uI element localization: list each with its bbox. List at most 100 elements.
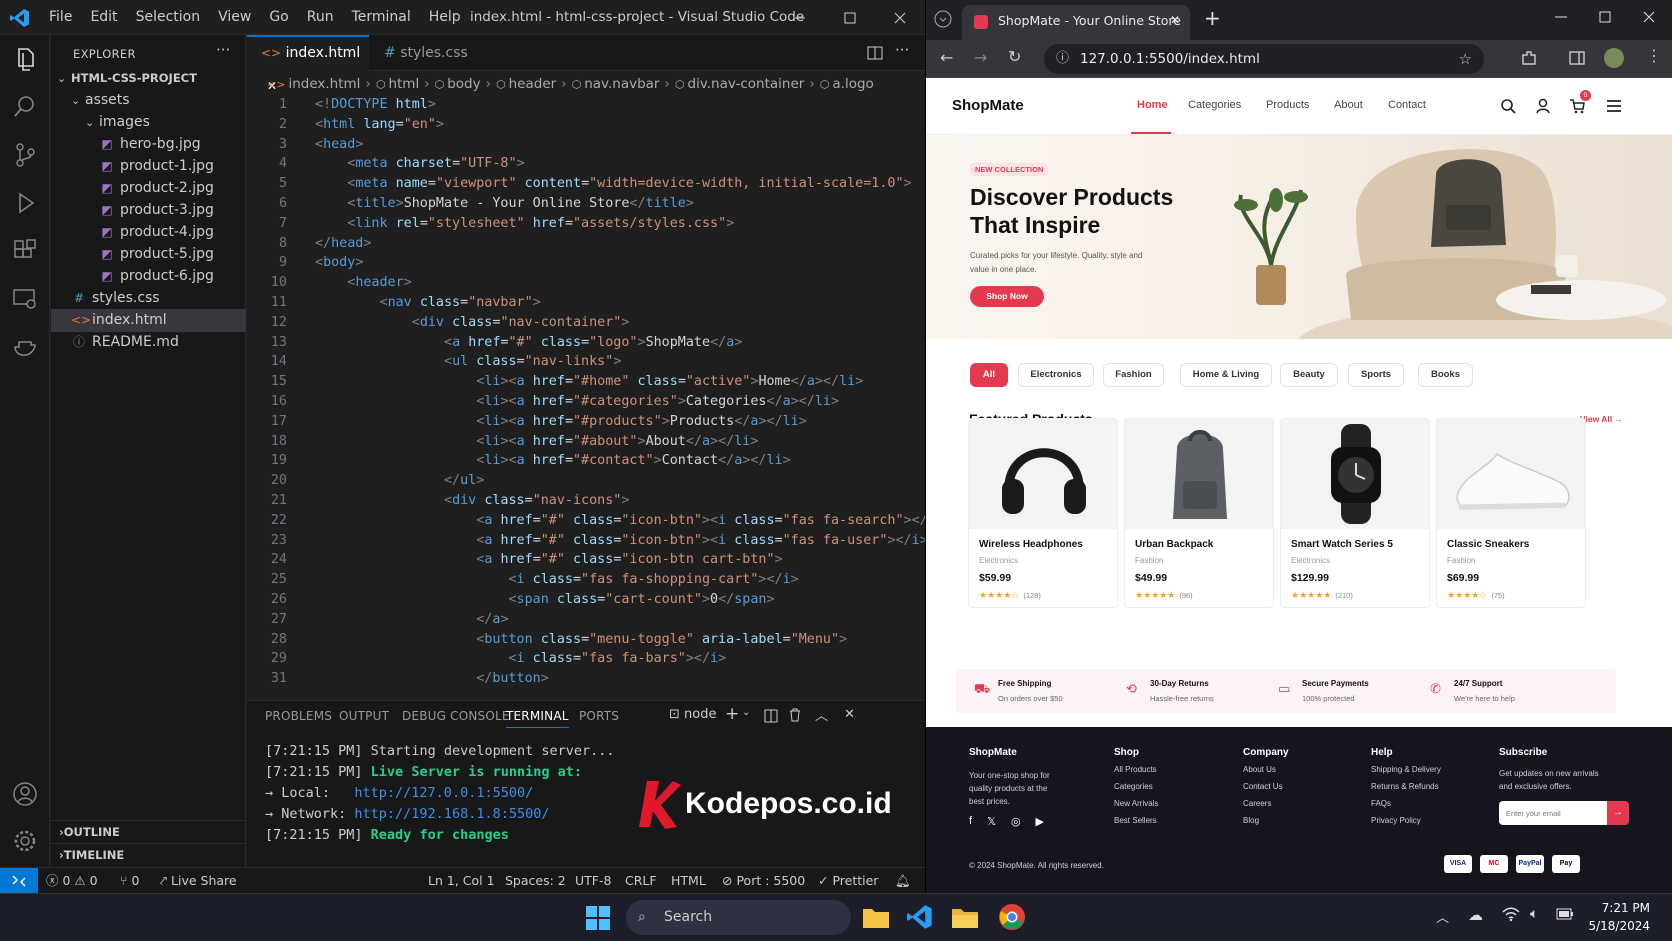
menu-edit[interactable]: Edit — [81, 0, 126, 35]
view-all-link[interactable]: View All → — [1580, 414, 1623, 424]
folder-taskbar-icon[interactable] — [951, 904, 979, 930]
cursor-position[interactable]: Ln 1, Col 1 — [428, 868, 495, 893]
youtube-icon[interactable]: ▶ — [1036, 815, 1044, 828]
menu-run[interactable]: Run — [298, 0, 343, 35]
product-card[interactable]: Wireless Headphones Electronics $59.99 ★★★★… — [968, 418, 1118, 608]
code-editor[interactable]: 1 <!DOCTYPE html> 2 <html lang="en"> 3 <head>… — [247, 95, 925, 695]
browser-menu-icon[interactable]: ⋮ — [1646, 46, 1662, 65]
menu-go[interactable]: Go — [260, 0, 297, 35]
editor-more-icon[interactable]: ··· — [895, 41, 909, 59]
wifi-icon[interactable] — [1502, 906, 1520, 922]
tray-chevron-icon[interactable]: ︿ — [1436, 907, 1449, 926]
footer-link[interactable]: Shipping & Delivery — [1371, 765, 1441, 774]
minimize-button[interactable] — [775, 0, 825, 35]
chrome-taskbar-icon[interactable] — [998, 903, 1026, 931]
panel-tab-debug-console[interactable]: DEBUG CONSOLE — [402, 709, 510, 723]
close-panel-icon[interactable]: ✕ — [844, 707, 855, 722]
run-debug-icon[interactable] — [11, 189, 39, 217]
footer-link[interactable]: Best Sellers — [1114, 816, 1157, 825]
account-icon[interactable] — [11, 780, 39, 808]
nav-products[interactable]: Products — [1266, 99, 1309, 111]
breadcrumb-item[interactable]: html — [388, 76, 419, 92]
settings-gear-icon[interactable] — [11, 827, 39, 855]
tree-item[interactable]: <>index.html — [51, 309, 246, 332]
menu-terminal[interactable]: Terminal — [343, 0, 420, 35]
footer-link[interactable]: Returns & Refunds — [1371, 782, 1439, 791]
live-server-port[interactable]: ⊘ Port : 5500 — [722, 868, 805, 893]
cloud-icon[interactable]: ☁ — [1468, 906, 1483, 924]
extensions-icon[interactable] — [11, 237, 39, 265]
subscribe-button[interactable]: → — [1607, 801, 1629, 825]
timeline-section[interactable]: ›TIMELINE — [51, 843, 246, 866]
tree-item[interactable]: ◩ product-3.jpg — [51, 199, 246, 222]
browser-minimize-button[interactable] — [1554, 10, 1568, 24]
tree-item[interactable]: ⌄ assets — [51, 89, 246, 112]
shop-now-button[interactable]: Shop Now — [970, 286, 1044, 307]
windows-start-icon[interactable] — [586, 906, 610, 930]
category-beauty[interactable]: Beauty — [1280, 363, 1338, 387]
indentation[interactable]: Spaces: 2 — [505, 868, 566, 893]
maximize-button[interactable] — [825, 0, 875, 35]
problems-status[interactable]: ⓧ 0 ⚠ 0 — [46, 868, 98, 893]
tab-index-html[interactable]: <> index.html ✕ — [247, 35, 369, 93]
footer-link[interactable]: Careers — [1243, 799, 1271, 808]
close-tab-icon[interactable]: ✕ — [1170, 5, 1180, 36]
notifications-bell-icon[interactable]: 🔔︎ — [895, 868, 911, 893]
category-sports[interactable]: Sports — [1348, 363, 1404, 387]
taskbar-clock[interactable]: 7:21 PM 5/18/2024 — [1588, 899, 1650, 935]
breadcrumb-item[interactable]: header — [509, 76, 557, 92]
menu-toggle-icon[interactable] — [1606, 98, 1622, 114]
taskbar-search[interactable]: ⌕ Search — [626, 900, 851, 935]
tree-item[interactable]: ◩ product-5.jpg — [51, 243, 246, 266]
source-control-icon[interactable] — [11, 141, 39, 169]
site-logo[interactable]: ShopMate — [952, 97, 1024, 114]
extensions-puzzle-icon[interactable] — [1520, 49, 1538, 67]
tab-search-icon[interactable] — [934, 10, 952, 28]
address-bar[interactable]: ⓘ 127.0.0.1:5500/index.html ☆ — [1044, 44, 1484, 74]
tree-item[interactable]: ⓘ README.md — [51, 331, 246, 354]
nav-categories[interactable]: Categories — [1188, 99, 1241, 111]
terminal-output[interactable]: [7:21:15 PM] Starting development server… — [265, 741, 615, 846]
vscode-logo-icon[interactable] — [10, 8, 30, 28]
panel-tab-output[interactable]: OUTPUT — [339, 709, 389, 723]
footer-link[interactable]: Privacy Policy — [1371, 816, 1421, 825]
maximize-panel-icon[interactable]: ︿ — [815, 705, 828, 724]
search-icon[interactable] — [11, 93, 39, 121]
chevron-down-icon[interactable]: ⌄ — [742, 707, 750, 718]
file-explorer-icon[interactable] — [862, 904, 890, 930]
instagram-icon[interactable]: ◎ — [1011, 815, 1021, 828]
tree-item[interactable]: ◩ product-2.jpg — [51, 177, 246, 200]
tree-item[interactable]: ◩ product-4.jpg — [51, 221, 246, 244]
breadcrumb-item[interactable]: body — [447, 76, 480, 92]
product-card[interactable]: Urban Backpack Fashion $49.99 ★★★★★ (96) — [1124, 418, 1274, 608]
explorer-icon[interactable] — [11, 45, 39, 73]
product-card[interactable]: Classic Sneakers Fashion $69.99 ★★★★☆ (75) — [1436, 418, 1586, 608]
line-endings[interactable]: CRLF — [625, 868, 657, 893]
close-window-button[interactable] — [875, 0, 925, 35]
menu-selection[interactable]: Selection — [127, 0, 210, 35]
live-share-status[interactable]: ⤤ Live Share — [160, 868, 237, 893]
browser-tab-active[interactable]: ShopMate - Your Online Store ✕ — [962, 5, 1190, 40]
profile-avatar[interactable] — [1604, 48, 1624, 68]
category-home-living[interactable]: Home & Living — [1180, 363, 1272, 387]
menu-help[interactable]: Help — [420, 0, 470, 35]
tab-styles-css[interactable]: # styles.css — [370, 35, 480, 71]
facebook-icon[interactable]: f — [969, 815, 972, 828]
footer-link[interactable]: All Products — [1114, 765, 1157, 774]
footer-link[interactable]: FAQs — [1371, 799, 1391, 808]
encoding[interactable]: UTF-8 — [575, 868, 611, 893]
category-books[interactable]: Books — [1418, 363, 1473, 387]
tree-item[interactable]: ◩ hero-bg.jpg — [51, 133, 246, 156]
tree-item[interactable]: ⌄ HTML-CSS-PROJECT — [51, 67, 246, 90]
footer-link[interactable]: New Arrivals — [1114, 799, 1158, 808]
product-card[interactable]: Smart Watch Series 5 Electronics $129.99 ★★… — [1280, 418, 1430, 608]
tree-item[interactable]: ◩ product-6.jpg — [51, 265, 246, 288]
menu-view[interactable]: View — [209, 0, 260, 35]
battery-icon[interactable] — [1556, 908, 1574, 920]
tree-item[interactable]: ⌄ images — [51, 111, 246, 134]
search-icon[interactable] — [1500, 98, 1516, 114]
split-terminal-icon[interactable] — [764, 709, 778, 723]
forward-icon[interactable]: → — [974, 48, 987, 67]
remote-explorer-icon[interactable] — [11, 285, 39, 313]
menu-file[interactable]: File — [40, 0, 81, 35]
